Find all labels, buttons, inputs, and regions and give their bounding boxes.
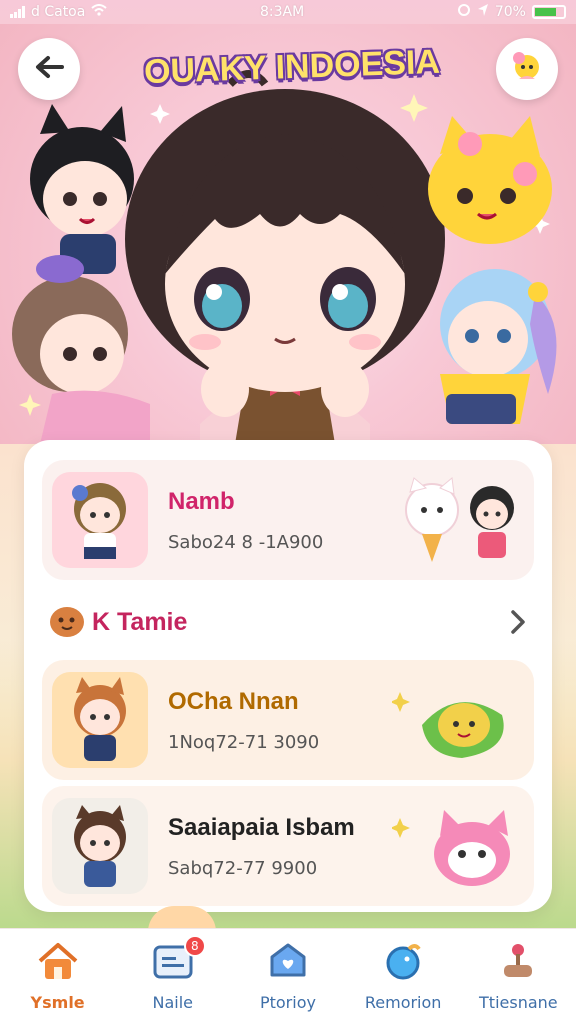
- clock: 8:3AM: [260, 4, 305, 20]
- profile-avatar-button[interactable]: [496, 38, 558, 100]
- section-header[interactable]: K Tamie: [48, 602, 528, 642]
- leaf-critter-sticker-icon: [392, 692, 504, 758]
- list-item[interactable]: OCha Nnan 1Noq72-71 3090: [42, 660, 534, 780]
- nav-label: Ptorioy: [259, 993, 316, 1012]
- carrier-label: d Catoa: [31, 4, 86, 20]
- section-title: K Tamie: [92, 607, 188, 636]
- status-right: 70%: [457, 3, 566, 21]
- cat-and-girl-sticker-icon: [405, 477, 514, 562]
- nav-label: Ttiesnane: [479, 993, 558, 1012]
- home-icon: [36, 941, 80, 985]
- location-icon: [477, 3, 489, 21]
- list-item[interactable]: Namb Sabo24 8 -1A900: [42, 460, 534, 580]
- notification-badge: 8: [183, 935, 206, 957]
- nav-tab-mail[interactable]: 8 Naile: [118, 935, 228, 1012]
- avatar-icon: [509, 49, 545, 89]
- nav-tab-favorite[interactable]: Ptorioy: [233, 941, 343, 1012]
- chibi-catboy-icon: [74, 677, 126, 761]
- signal-icon: [10, 6, 25, 18]
- joystick-icon: [496, 941, 540, 985]
- sync-icon: [457, 3, 471, 21]
- favorite-icon: [266, 941, 310, 985]
- nav-label: Ysmle: [30, 993, 85, 1012]
- arrow-left-icon: [34, 55, 64, 83]
- list-item-thumbnail: [52, 672, 148, 768]
- chevron-right-icon[interactable]: [508, 608, 528, 640]
- nav-tab-remorion[interactable]: Remorion: [348, 941, 458, 1012]
- status-bar: d Catoa 8:3AM 70%: [0, 0, 576, 24]
- chibi-boy-icon: [74, 805, 126, 887]
- nav-label: Remorion: [364, 993, 442, 1012]
- list-item-thumbnail: [52, 472, 148, 568]
- content-card: Namb Sabo24 8 -1A900 K Tamie OCha Nnan 1…: [24, 440, 552, 912]
- nav-tab-home[interactable]: Ysmle: [3, 941, 113, 1012]
- chibi-girl-icon: [72, 483, 126, 559]
- bird-icon: [381, 941, 425, 985]
- nav-label: Naile: [152, 993, 194, 1012]
- nav-tab-games[interactable]: Ttiesnane: [463, 941, 573, 1012]
- list-item[interactable]: Saaiapaia Isbam Sabq72-77 9900: [42, 786, 534, 906]
- status-left: d Catoa: [10, 4, 107, 20]
- battery-icon: [531, 5, 566, 19]
- hero-banner: OUAKY INDOESIA: [0, 24, 576, 444]
- bottom-navigation: Ysmle 8 Naile Ptorioy Remorion Ttiesnane: [0, 928, 576, 1024]
- pink-cat-sticker-icon: [392, 810, 510, 886]
- back-button[interactable]: [18, 38, 80, 100]
- cookie-icon: [48, 602, 86, 642]
- list-item-thumbnail: [52, 798, 148, 894]
- battery-percent: 70%: [494, 4, 526, 20]
- wifi-icon: [91, 4, 107, 20]
